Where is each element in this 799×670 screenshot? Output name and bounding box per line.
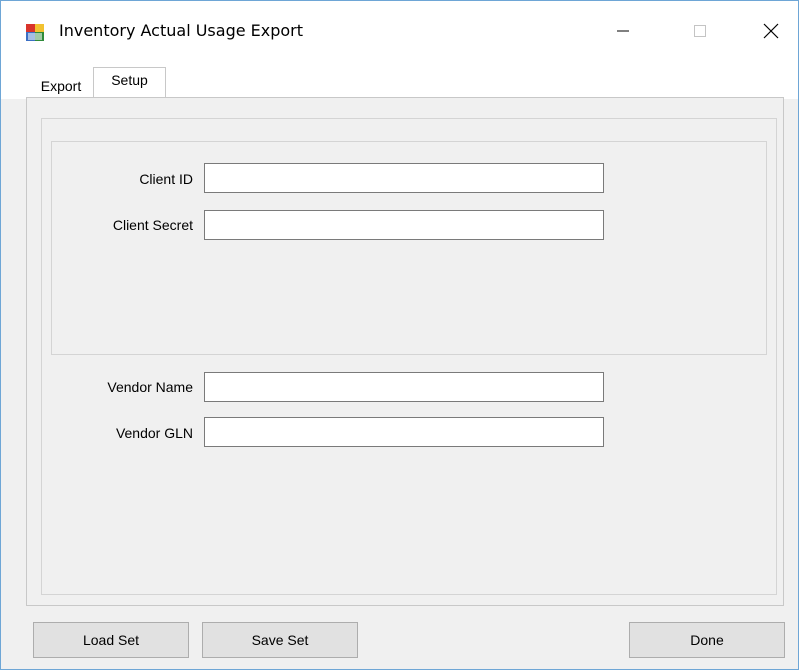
tab-export[interactable]: Export [29, 73, 93, 98]
vendor-gln-field[interactable] [204, 417, 604, 447]
close-icon [763, 23, 779, 39]
client-secret-field[interactable] [204, 210, 604, 240]
close-button[interactable] [748, 11, 794, 51]
window-title: Inventory Actual Usage Export [59, 21, 304, 40]
minimize-icon [617, 30, 629, 32]
maximize-icon [694, 25, 706, 37]
load-set-button[interactable]: Load Set [33, 622, 189, 658]
vendor-name-label: Vendor Name [107, 379, 193, 395]
client-secret-label: Client Secret [112, 217, 193, 233]
app-icon [26, 24, 44, 41]
client-id-label: Client ID [139, 171, 193, 187]
client-id-field[interactable] [204, 163, 604, 193]
done-button[interactable]: Done [629, 622, 785, 658]
save-set-button[interactable]: Save Set [202, 622, 358, 658]
minimize-button[interactable] [600, 11, 646, 51]
vendor-name-field[interactable] [204, 372, 604, 402]
maximize-button[interactable] [677, 11, 723, 51]
tab-setup[interactable]: Setup [93, 67, 166, 97]
app-window: Inventory Actual Usage Export Export Set… [0, 0, 799, 670]
title-bar: Inventory Actual Usage Export [1, 1, 798, 63]
vendor-gln-label: Vendor GLN [115, 425, 193, 441]
